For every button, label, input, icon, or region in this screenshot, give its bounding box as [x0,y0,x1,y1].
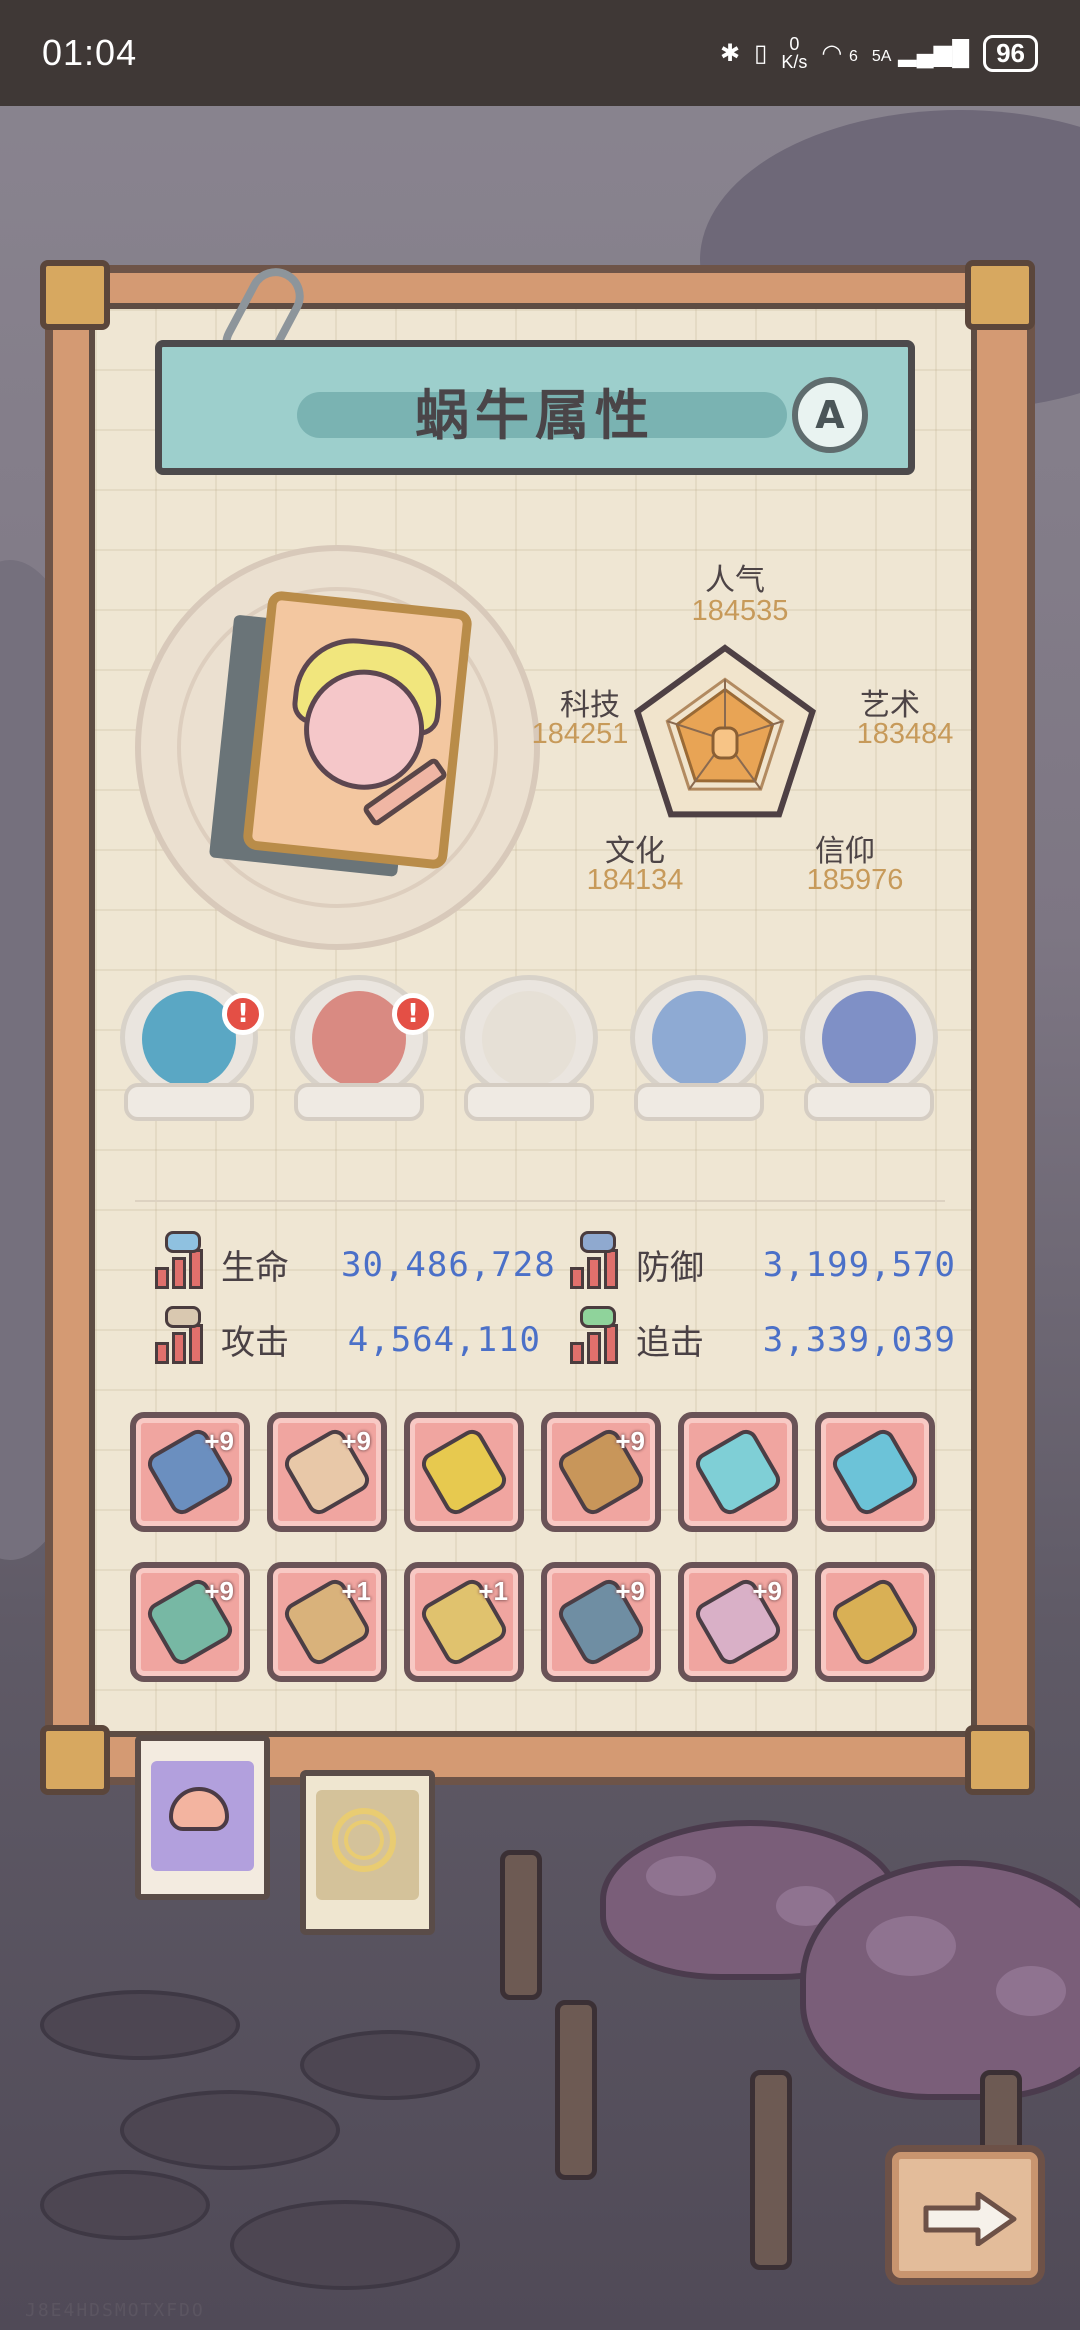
pet-base [294,1083,424,1121]
equipment-slot[interactable] [678,1412,798,1532]
stepping-stone [40,2170,210,2240]
stat-faith-value: 185976 [806,864,904,896]
status-time: 01:04 [42,32,138,73]
stat-defense-value: 3,199,570 [762,1244,956,1285]
stat-health: 生命 30,486,728 [155,1230,556,1289]
stat-attack-value: 4,564,110 [347,1319,541,1360]
network-speed: 0 K/s [781,34,808,72]
equipment-slot[interactable]: +9 [541,1562,661,1682]
equipment-level: +9 [204,1426,234,1456]
stepping-stone [300,2030,480,2100]
attack-icon [155,1305,209,1364]
pet-slot[interactable] [800,975,938,1125]
crystal-blade-icon [691,1425,785,1519]
pet-base [124,1083,254,1121]
stat-attack-label: 攻击 [221,1323,289,1363]
stat-attack: 攻击 4,564,110 [155,1305,541,1364]
panel-header: 蜗牛属性 A [155,340,915,475]
stat-popularity-value: 184535 [691,595,789,627]
equipment-level: +9 [204,1576,234,1606]
fence-post [750,2070,792,2270]
next-button[interactable] [885,2145,1045,2285]
equipment-level: +9 [341,1426,371,1456]
equipment-slot[interactable]: +9 [130,1412,250,1532]
fence-post [555,2000,597,2180]
shell-icon [332,1808,396,1872]
stats-divider [135,1200,945,1202]
bluetooth-icon: ✱ [720,39,741,67]
equipment-slot[interactable]: +9 [541,1412,661,1532]
colored-cubes-icon [822,991,916,1087]
pet-base [464,1083,594,1121]
stepping-stone [230,2200,460,2290]
stepping-stone [40,1990,240,2060]
pursuit-icon [570,1305,624,1364]
compass-icon [652,991,746,1087]
equipment-slot[interactable] [404,1412,524,1532]
pet-base [804,1083,934,1121]
tab-shell[interactable] [300,1770,435,1935]
empty-shell-slot-icon [482,991,576,1087]
pet-slot[interactable]: ! [120,975,264,1125]
stat-art-value: 183484 [856,718,954,750]
gold-amulet-icon [417,1425,511,1519]
equipment-level: +1 [478,1576,508,1606]
stat-culture-value: 184134 [586,864,684,896]
stat-defense: 防御 3,199,570 [570,1230,956,1289]
avatar[interactable] [241,589,474,871]
golden-sword-icon [828,1575,922,1669]
board-corner [40,1725,110,1795]
health-icon [155,1230,209,1289]
board-corner [965,260,1035,330]
stat-health-label: 生命 [221,1248,289,1288]
arrow-right-icon [923,2192,1017,2246]
pet-slot[interactable] [630,975,768,1125]
grade-badge[interactable]: A [792,377,868,453]
radar-chart [633,644,817,818]
equipment-slot[interactable]: +1 [404,1562,524,1682]
status-bar: 01:04 ✱ ▯ 0 K/s ◠ 6 5A ▂▄▆█ 96 [0,0,1080,106]
stat-health-value: 30,486,728 [341,1244,556,1285]
equipment-slot[interactable]: +9 [130,1562,250,1682]
stat-technology-value: 184251 [531,718,629,750]
alert-icon: ! [392,993,434,1035]
wifi-icon: ◠ 6 [821,39,858,67]
stat-defense-label: 防御 [636,1248,704,1288]
board-corner [40,260,110,330]
alert-icon: ! [222,993,264,1035]
equipment-level: +9 [752,1576,782,1606]
equipment-slot[interactable]: +9 [678,1562,798,1682]
equipment-level: +9 [615,1426,645,1456]
defense-icon [570,1230,624,1289]
red-toothed-monster-icon [312,991,406,1087]
combat-stats: 生命 30,486,728 防御 3,199,570 攻击 4,564,110 … [135,1200,955,1380]
stat-pursuit-value: 3,339,039 [762,1319,956,1360]
equipment-level: +9 [615,1576,645,1606]
stepping-stone [120,2090,340,2170]
blue-fish-monster-icon [142,991,236,1087]
pet-slot[interactable]: ! [290,975,434,1125]
crystal-staff-icon [828,1425,922,1519]
equipment-slot[interactable] [815,1562,935,1682]
equipment-slot[interactable]: +9 [267,1412,387,1532]
signal-icon: 5A ▂▄▆█ [871,39,970,67]
stat-pursuit-label: 追击 [636,1323,704,1363]
vibrate-icon: ▯ [754,39,768,67]
pet-base [634,1083,764,1121]
stat-popularity-label: 人气 [705,563,765,598]
pet-slot[interactable] [460,975,598,1125]
equipment-level: +1 [341,1576,371,1606]
watermark: J8E4HDSMOTXFDO [25,2300,205,2321]
equipment-slot[interactable] [815,1412,935,1532]
tab-snail[interactable] [135,1735,270,1900]
status-icons: ✱ ▯ 0 K/s ◠ 6 5A ▂▄▆█ 96 [720,34,1038,72]
fence-post [500,1850,542,2000]
board-corner [965,1725,1035,1795]
equipment-slot[interactable]: +1 [267,1562,387,1682]
stat-pursuit: 追击 3,339,039 [570,1305,956,1364]
battery-indicator: 96 [983,34,1038,72]
